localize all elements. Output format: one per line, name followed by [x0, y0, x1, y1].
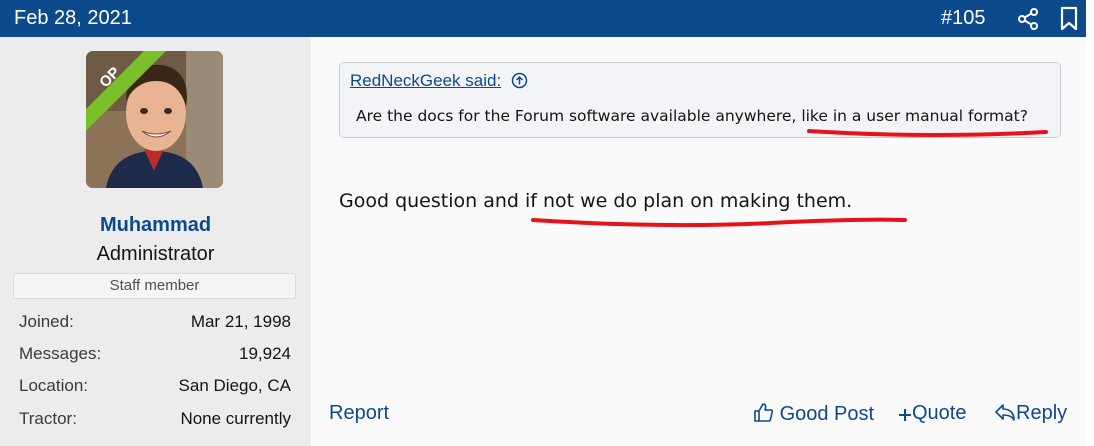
user-sidebar: OP Muhammad Administrator Staff member J… — [0, 37, 311, 446]
thumbs-up-icon — [754, 403, 774, 422]
avatar[interactable]: OP — [86, 51, 223, 188]
staff-badge: Staff member — [13, 273, 296, 299]
stat-label: Location: — [19, 376, 88, 395]
username-link[interactable]: Muhammad — [0, 214, 311, 237]
quote-label: Quote — [912, 402, 967, 424]
quote-block: RedNeckGeek said: Are the docs for the F… — [339, 62, 1061, 138]
stat-value: None currently — [180, 409, 291, 428]
post-date[interactable]: Feb 28, 2021 — [14, 7, 132, 30]
post-body-text: Good question and if not we do plan on m… — [339, 190, 853, 212]
body-underline-mark — [531, 217, 907, 228]
bookmark-icon[interactable] — [1058, 6, 1080, 31]
share-icon[interactable] — [1016, 7, 1040, 31]
stat-label: Joined: — [19, 312, 74, 331]
stat-value[interactable]: 19,924 — [239, 344, 291, 364]
plus-icon — [899, 409, 911, 421]
stat-label: Messages: — [19, 344, 102, 363]
like-label: Good Post — [779, 403, 875, 425]
post-content: RedNeckGeek said: Are the docs for the F… — [311, 37, 1086, 446]
quote-text: Are the docs for the Forum software avai… — [356, 107, 1028, 125]
reply-label: Reply — [1016, 402, 1068, 424]
post-number-link[interactable]: #105 — [941, 7, 986, 30]
stat-label: Tractor: — [19, 409, 77, 428]
like-button[interactable]: Good Post — [753, 402, 874, 426]
stat-value: San Diego, CA — [178, 376, 291, 395]
reply-arrow-icon — [995, 404, 1015, 421]
user-title: Administrator — [96, 243, 215, 265]
arrow-up-circle-icon[interactable] — [511, 72, 528, 89]
reply-button[interactable]: Reply — [994, 402, 1067, 425]
page-edge — [1086, 0, 1094, 446]
quote-author-link[interactable]: RedNeckGeek said: — [350, 71, 501, 91]
report-link[interactable]: Report — [329, 402, 389, 425]
post-header-bar: Feb 28, 2021 #105 — [0, 0, 1086, 37]
quote-button[interactable]: Quote — [898, 402, 966, 425]
stat-value: Mar 21, 1998 — [190, 312, 291, 331]
